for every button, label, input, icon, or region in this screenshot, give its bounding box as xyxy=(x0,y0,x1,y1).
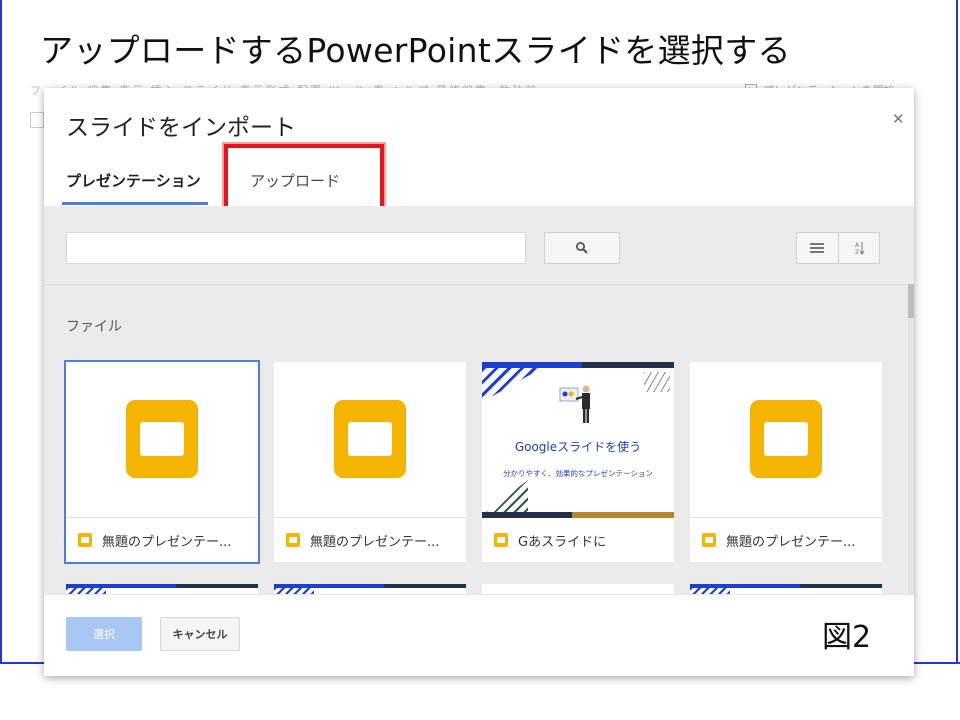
file-name: 無題のプレゼンテー... xyxy=(726,534,856,550)
file-card-footer: 無題のプレゼンテー... xyxy=(690,518,882,562)
file-name: 無題のプレゼンテー... xyxy=(310,534,440,550)
slides-file-icon xyxy=(702,533,716,547)
search-button[interactable] xyxy=(544,232,620,264)
sort-az-icon: A Z xyxy=(855,242,865,256)
slides-logo-icon xyxy=(750,400,822,478)
file-thumbnail xyxy=(66,362,258,518)
slides-logo-icon xyxy=(334,400,406,478)
slides-file-icon xyxy=(494,533,508,547)
scrollbar-thumb[interactable] xyxy=(908,284,914,318)
list-view-icon xyxy=(810,243,825,253)
file-card[interactable]: 無題のプレゼンテー... xyxy=(64,360,260,564)
slide-page: アップロードするPowerPointスライドを選択する ファイル 編集 表示 挿… xyxy=(0,0,960,720)
slides-file-icon xyxy=(78,533,92,547)
active-tab-indicator xyxy=(62,202,208,205)
frame-border-right xyxy=(956,0,958,664)
file-card-footer: 無題のプレゼンテー... xyxy=(274,518,466,562)
file-card[interactable]: 無題のプレゼンテー... xyxy=(690,362,882,562)
thumb-subtitle: 分かりやすく、効果的なプレゼンテーション xyxy=(503,469,653,478)
toolbar-divider xyxy=(44,284,914,285)
slides-logo-icon xyxy=(126,400,198,478)
file-thumbnail xyxy=(690,362,882,518)
scrollbar[interactable] xyxy=(908,284,914,594)
list-view-button[interactable] xyxy=(797,233,838,263)
dialog-footer: 選択 キャンセル xyxy=(44,594,914,676)
file-card-partial[interactable] xyxy=(66,584,258,594)
thumb-title: Googleスライドを使う xyxy=(514,440,642,454)
file-card[interactable]: Googleスライドを使う 分かりやすく、効果的なプレゼンテーション Gあスライ… xyxy=(482,362,674,562)
tab-presentation[interactable]: プレゼンテーション xyxy=(66,170,201,191)
file-card-footer: Gあスライドに xyxy=(482,518,674,562)
files-section-label: ファイル xyxy=(66,319,122,335)
search-input[interactable] xyxy=(66,232,526,264)
cancel-button[interactable]: キャンセル xyxy=(160,617,240,651)
search-icon xyxy=(576,242,588,254)
file-name: Gあスライドに xyxy=(518,534,607,550)
slides-file-icon xyxy=(286,533,300,547)
svg-text:A: A xyxy=(855,242,860,249)
file-browser-area: A Z ファイル 無題のプレゼンテー... 無題のプレゼンテー... Googl… xyxy=(44,206,914,594)
figure-label: 図2 xyxy=(822,620,872,655)
slide-title: アップロードするPowerPointスライドを選択する xyxy=(40,31,791,70)
file-card-footer: 無題のプレゼンテー... xyxy=(66,518,258,562)
presenter-illustration-icon xyxy=(559,385,590,423)
svg-text:Z: Z xyxy=(855,249,859,256)
thumb-stripes xyxy=(644,372,670,392)
thumb-stripes xyxy=(486,480,528,512)
background-corner-control xyxy=(30,112,44,128)
close-icon[interactable]: ✕ xyxy=(892,110,905,128)
sort-button[interactable]: A Z xyxy=(837,233,880,263)
view-toggle-group: A Z xyxy=(796,232,880,264)
thumb-stripes xyxy=(482,368,542,402)
frame-border-left xyxy=(0,0,2,664)
file-card-partial[interactable] xyxy=(482,584,674,594)
file-card[interactable]: 無題のプレゼンテー... xyxy=(274,362,466,562)
file-name: 無題のプレゼンテー... xyxy=(102,534,232,550)
dialog-title: スライドをインポート xyxy=(66,115,296,141)
file-thumbnail: Googleスライドを使う 分かりやすく、効果的なプレゼンテーション xyxy=(482,362,674,518)
thumb-decoration-bar xyxy=(482,362,582,368)
select-button[interactable]: 選択 xyxy=(66,617,142,651)
import-slides-dialog: スライドをインポート ✕ プレゼンテーション アップロード A Z ファイル 無… xyxy=(44,88,914,676)
file-card-partial[interactable] xyxy=(690,584,882,594)
file-thumbnail xyxy=(274,362,466,518)
file-card-partial[interactable] xyxy=(274,584,466,594)
